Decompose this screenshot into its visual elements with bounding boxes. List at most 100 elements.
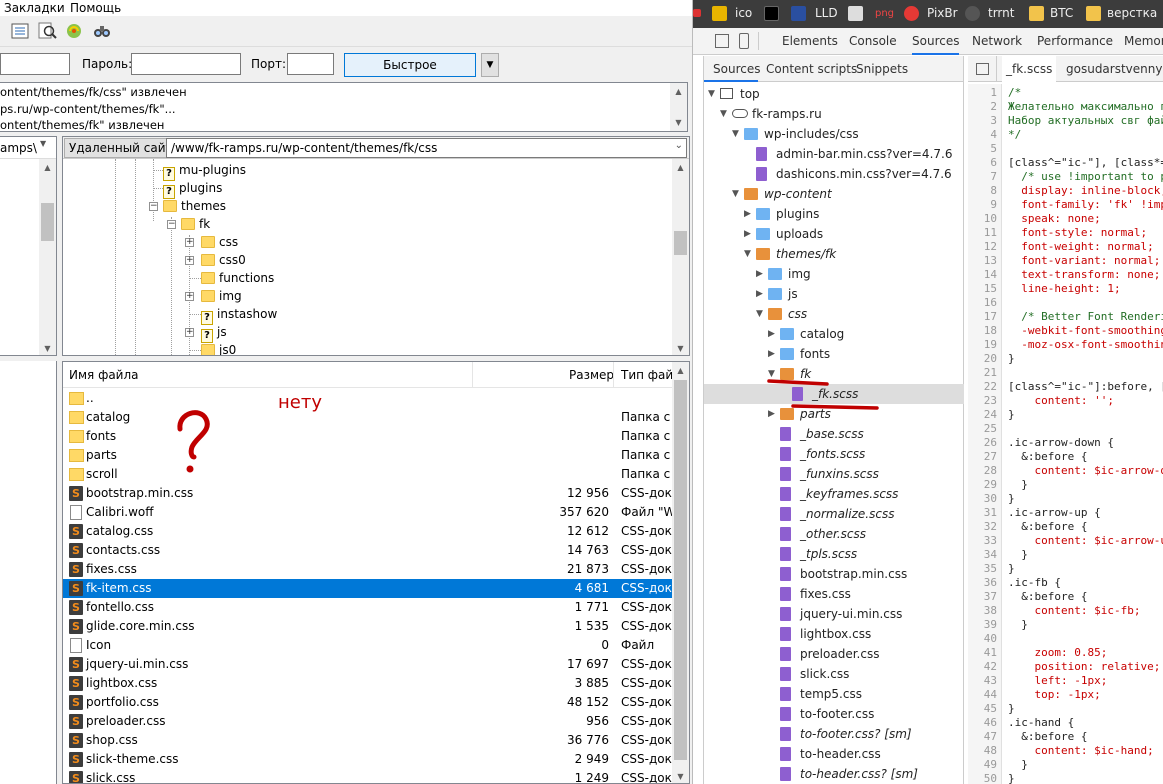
- nav-item[interactable]: temp5.css: [704, 684, 964, 704]
- chevron-right-icon[interactable]: ▶: [744, 204, 751, 224]
- nav-tab-sources[interactable]: Sources: [713, 62, 760, 76]
- local-path[interactable]: amps\: [0, 137, 56, 159]
- collapse-icon[interactable]: −: [149, 202, 158, 211]
- tree-node-functions[interactable]: functions: [201, 269, 274, 287]
- file-row[interactable]: ..: [63, 389, 673, 408]
- nav-item[interactable]: to-header.css: [704, 744, 964, 764]
- nav-item[interactable]: ▼ themes/fk: [704, 244, 964, 264]
- tree-node-css[interactable]: css: [201, 233, 238, 251]
- quickconnect-button[interactable]: Быстрое соединение: [344, 53, 476, 94]
- nav-item[interactable]: _base.scss: [704, 424, 964, 444]
- nav-item[interactable]: ▶ fonts: [704, 344, 964, 364]
- expand-icon[interactable]: +: [185, 292, 194, 301]
- tab-performance[interactable]: Performance: [1037, 34, 1113, 48]
- remote-path-input[interactable]: /www/fk-ramps.ru/wp-content/themes/fk/cs…: [166, 138, 687, 158]
- nav-item[interactable]: preloader.css: [704, 644, 964, 664]
- nav-item[interactable]: ▶ catalog: [704, 324, 964, 344]
- scroll-down-icon[interactable]: ▼: [39, 340, 56, 355]
- tree-node-img[interactable]: img: [201, 287, 242, 305]
- inspect-icon[interactable]: [715, 34, 729, 48]
- bookmark-layout[interactable]: верстка: [1107, 6, 1157, 20]
- nav-tab-snippets[interactable]: Snippets: [856, 62, 908, 76]
- file-row[interactable]: Scatalog.css 12 612 CSS-доку: [63, 522, 673, 541]
- nav-item[interactable]: _funxins.scss: [704, 464, 964, 484]
- scroll-thumb[interactable]: [41, 203, 54, 241]
- file-row[interactable]: fonts Папка с ф: [63, 427, 673, 446]
- nav-item[interactable]: ▶ uploads: [704, 224, 964, 244]
- bookmark-png[interactable]: png: [875, 8, 894, 19]
- scroll-up-icon[interactable]: ▲: [672, 362, 689, 379]
- chevron-down-icon[interactable]: ▼: [732, 124, 739, 144]
- list-view-icon[interactable]: [10, 21, 30, 41]
- binoculars-icon[interactable]: [92, 21, 112, 41]
- password-field[interactable]: [131, 53, 241, 75]
- file-row[interactable]: Sfk-item.css 4 681 CSS-доку: [63, 579, 673, 598]
- remote-tree-scrollbar[interactable]: ▲ ▼: [672, 159, 689, 355]
- file-row[interactable]: Icon 0 Файл: [63, 636, 673, 655]
- chevron-down-icon[interactable]: ▼: [756, 304, 763, 324]
- folder-icon[interactable]: [1086, 6, 1101, 21]
- tree-node-mu-plugins[interactable]: ? mu-plugins: [163, 161, 246, 181]
- sync-browse-icon[interactable]: [64, 21, 84, 41]
- tree-node-plugins[interactable]: ? plugins: [163, 179, 222, 199]
- image-icon[interactable]: [848, 6, 863, 21]
- file-row[interactable]: Sfontello.css 1 771 CSS-доку: [63, 598, 673, 617]
- scroll-up-icon[interactable]: ▲: [672, 159, 689, 176]
- local-tree-scrollbar[interactable]: ▲ ▼: [39, 159, 56, 355]
- bookmark-pixbr[interactable]: PixBr: [927, 6, 958, 20]
- folder-icon[interactable]: [1029, 6, 1044, 21]
- tab-console[interactable]: Console: [849, 34, 897, 48]
- scroll-thumb[interactable]: [674, 380, 687, 760]
- file-row[interactable]: Sshop.css 36 776 CSS-доку: [63, 731, 673, 750]
- nav-item[interactable]: _keyframes.scss: [704, 484, 964, 504]
- nav-item[interactable]: jquery-ui.min.css: [704, 604, 964, 624]
- bookmark-icon[interactable]: [791, 6, 806, 21]
- lightning-icon[interactable]: [712, 6, 727, 21]
- chevron-right-icon[interactable]: ▶: [756, 284, 763, 304]
- nav-item[interactable]: ▶ img: [704, 264, 964, 284]
- nav-tab-content-scripts[interactable]: Content scripts: [766, 62, 857, 76]
- chevron-down-icon[interactable]: ▼: [708, 84, 715, 104]
- file-row[interactable]: parts Папка с ф: [63, 446, 673, 465]
- bookmark-trrnt[interactable]: trrnt: [988, 6, 1014, 20]
- file-row[interactable]: Sslick.css 1 249 CSS-доку: [63, 769, 673, 783]
- file-row[interactable]: Scontacts.css 14 763 CSS-доку: [63, 541, 673, 560]
- chevron-right-icon[interactable]: ▶: [744, 224, 751, 244]
- toggle-navigator-icon[interactable]: [976, 63, 989, 75]
- nav-item[interactable]: _tpls.scss: [704, 544, 964, 564]
- nav-item[interactable]: ▶ js: [704, 284, 964, 304]
- terminal-icon[interactable]: [764, 6, 779, 21]
- file-row[interactable]: Spreloader.css 956 CSS-доку: [63, 712, 673, 731]
- file-row[interactable]: catalog Папка с ф: [63, 408, 673, 427]
- expand-icon[interactable]: +: [185, 328, 194, 337]
- file-row[interactable]: scroll Папка с ф: [63, 465, 673, 484]
- nav-item[interactable]: slick.css: [704, 664, 964, 684]
- tree-node-instashow[interactable]: ? instashow: [201, 305, 277, 325]
- nav-item[interactable]: _normalize.scss: [704, 504, 964, 524]
- tree-node-js[interactable]: ? js: [201, 323, 227, 343]
- menu-bookmarks[interactable]: Закладки: [4, 1, 65, 15]
- chevron-down-icon[interactable]: ⌄: [675, 140, 683, 151]
- log-scrollbar[interactable]: ▲ ▼: [670, 83, 687, 131]
- tree-node-js0[interactable]: js0: [201, 341, 236, 355]
- tab-sources[interactable]: Sources: [912, 34, 960, 55]
- nav-item[interactable]: ▼ wp-content: [704, 184, 964, 204]
- tree-node-css0[interactable]: css0: [201, 251, 246, 269]
- file-row[interactable]: Calibri.woff 357 620 Файл "WC: [63, 503, 673, 522]
- bookmark-lld[interactable]: LLD: [815, 6, 838, 20]
- chevron-right-icon[interactable]: ▶: [768, 344, 775, 364]
- file-row[interactable]: Sportfolio.css 48 152 CSS-доку: [63, 693, 673, 712]
- scroll-down-icon[interactable]: ▼: [670, 114, 687, 131]
- nav-item[interactable]: admin-bar.min.css?ver=4.7.6: [704, 144, 964, 164]
- nav-item[interactable]: to-footer.css: [704, 704, 964, 724]
- scroll-down-icon[interactable]: ▼: [672, 768, 689, 783]
- nav-item[interactable]: ▶ plugins: [704, 204, 964, 224]
- bookmark-btc[interactable]: BTC: [1050, 6, 1073, 20]
- nav-item[interactable]: ▼ fk-ramps.ru: [704, 104, 964, 124]
- editor-tab-active[interactable]: _fk.scss: [1002, 56, 1057, 82]
- scroll-thumb[interactable]: [674, 231, 687, 255]
- tree-node-themes[interactable]: themes: [163, 197, 226, 215]
- chevron-right-icon[interactable]: ▶: [768, 324, 775, 344]
- chevron-down-icon[interactable]: ▼: [720, 104, 727, 124]
- column-size[interactable]: Размер: [569, 368, 614, 382]
